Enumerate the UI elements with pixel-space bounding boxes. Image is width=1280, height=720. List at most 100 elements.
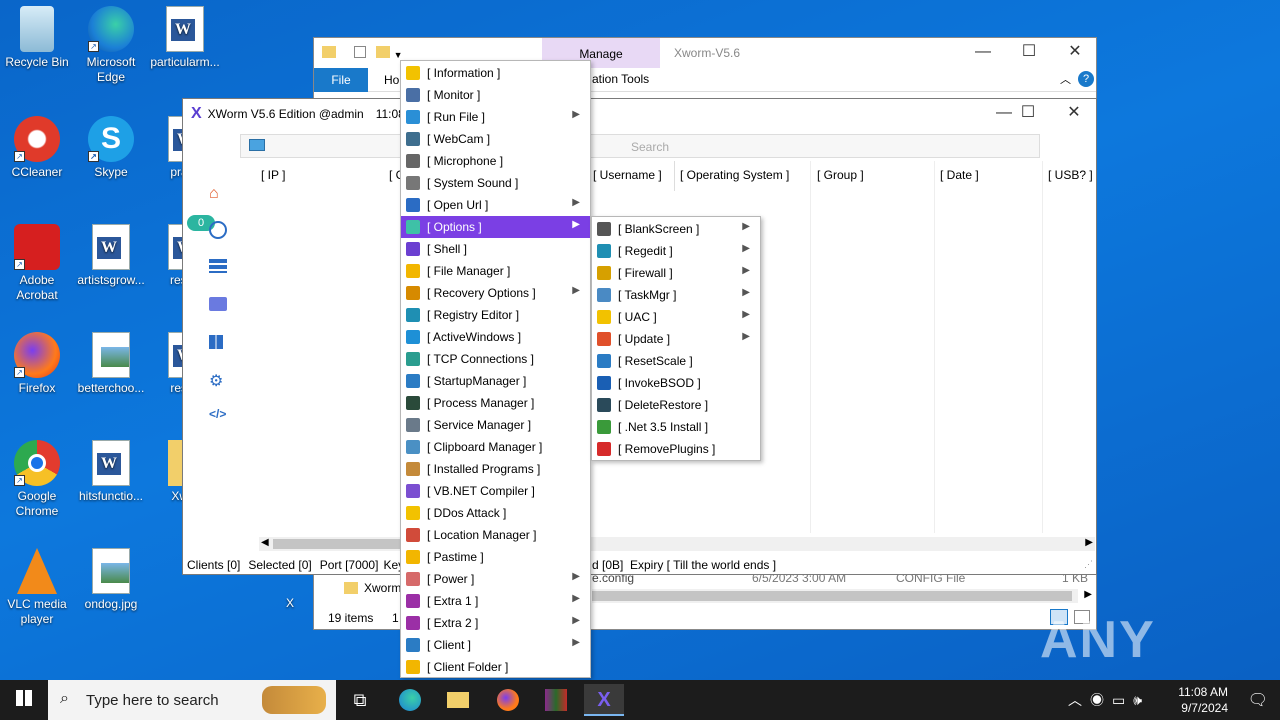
menu-item-process-manager[interactable]: [ Process Manager ] [401, 392, 590, 414]
desktop-icon-hitsfunctio[interactable]: hitsfunctio... [74, 440, 148, 504]
submenu-item-net-3-5-install[interactable]: [ .Net 3.5 Install ] [592, 416, 760, 438]
menu-item-pastime[interactable]: [ Pastime ] [401, 546, 590, 568]
desktop-icon-acrobat[interactable]: ↗ Adobe Acrobat [0, 224, 74, 303]
maximize-button[interactable]: ☐ [1006, 38, 1052, 68]
menu-item-options[interactable]: [ Options ] ▶ [401, 216, 590, 238]
dashboard-icon[interactable] [209, 335, 223, 349]
taskbar-edge-icon[interactable] [390, 684, 430, 716]
close-button[interactable]: ✕ [1051, 99, 1097, 129]
submenu-item-firewall[interactable]: [ Firewall ] ▶ [592, 262, 760, 284]
list-icon[interactable] [209, 259, 227, 273]
column-header-ip[interactable]: [ IP ] [261, 168, 285, 182]
column-header-group[interactable]: [ Group ] [817, 168, 864, 182]
menu-item-open-url[interactable]: [ Open Url ] ▶ [401, 194, 590, 216]
menu-item-run-file[interactable]: [ Run File ] ▶ [401, 106, 590, 128]
taskbar-search-input[interactable]: ⌕ Type here to search [48, 680, 336, 720]
close-button[interactable]: ✕ [1052, 38, 1098, 68]
menu-item-tcp-connections[interactable]: [ TCP Connections ] [401, 348, 590, 370]
submenu-item-blankscreen[interactable]: [ BlankScreen ] ▶ [592, 218, 760, 240]
menu-item-client[interactable]: [ Client ] ▶ [401, 634, 590, 656]
taskbar-winrar-icon[interactable] [536, 684, 576, 716]
collapse-ribbon-icon[interactable]: ︿ [1060, 71, 1071, 87]
scroll-right-arrow-icon[interactable]: ▶ [1085, 537, 1093, 548]
column-header-usb[interactable]: [ USB? ] [1048, 168, 1093, 182]
submenu-item-deleterestore[interactable]: [ DeleteRestore ] [592, 394, 760, 416]
desktop-icon-particularm[interactable]: particularm... [148, 6, 222, 70]
submenu-item-regedit[interactable]: [ Regedit ] ▶ [592, 240, 760, 262]
submenu-item-taskmgr[interactable]: [ TaskMgr ] ▶ [592, 284, 760, 306]
menu-item-shell[interactable]: [ Shell ] [401, 238, 590, 260]
dropdown-icon[interactable]: ▼ [394, 50, 403, 60]
history-icon[interactable] [209, 221, 227, 239]
menu-item-information[interactable]: [ Information ] [401, 62, 590, 84]
monitor-icon[interactable] [209, 297, 227, 311]
menu-item-extra-2[interactable]: [ Extra 2 ] ▶ [401, 612, 590, 634]
menu-item-client-folder[interactable]: [ Client Folder ] [401, 656, 590, 678]
search-input[interactable]: Search [240, 134, 1040, 158]
tab-file[interactable]: File [314, 68, 368, 92]
scroll-thumb[interactable] [592, 591, 1072, 601]
menu-item-activewindows[interactable]: [ ActiveWindows ] [401, 326, 590, 348]
scroll-right-arrow-icon[interactable]: ▶ [1084, 589, 1092, 600]
clock[interactable]: 11:08 AM 9/7/2024 [1178, 684, 1228, 716]
menu-item-clipboard-manager[interactable]: [ Clipboard Manager ] [401, 436, 590, 458]
network-icon[interactable]: ▭ [1112, 692, 1133, 708]
menu-item-extra-1[interactable]: [ Extra 1 ] ▶ [401, 590, 590, 612]
column-header-username[interactable]: [ Username ] [593, 168, 662, 182]
system-tray-icons[interactable]: ︿◉▭🕪 [1068, 690, 1150, 710]
desktop-icon-ccleaner[interactable]: ↗ CCleaner [0, 116, 74, 180]
menu-item-recovery-options[interactable]: [ Recovery Options ] ▶ [401, 282, 590, 304]
tab-application-tools[interactable]: ation Tools [592, 72, 649, 86]
taskbar-xworm-icon[interactable]: X [584, 684, 624, 716]
menu-item-installed-programs[interactable]: [ Installed Programs ] [401, 458, 590, 480]
desktop-icon-skype[interactable]: S ↗ Skype [74, 116, 148, 180]
home-icon[interactable]: ⌂ [209, 185, 227, 203]
menu-item-vb-net-compiler[interactable]: [ VB.NET Compiler ] [401, 480, 590, 502]
desktop-icon-ondog[interactable]: ondog.jpg [74, 548, 148, 612]
help-icon[interactable]: ? [1078, 71, 1094, 87]
desktop-icon-edge[interactable]: ↗ Microsoft Edge [74, 6, 148, 85]
desktop-icon-recycle-bin[interactable]: Recycle Bin [0, 6, 74, 70]
taskbar-firefox-icon[interactable] [488, 684, 528, 716]
menu-item-service-manager[interactable]: [ Service Manager ] [401, 414, 590, 436]
desktop-icon-betterchoo[interactable]: betterchoo... [74, 332, 148, 396]
resize-grip-icon[interactable]: ⋰ [1084, 559, 1093, 570]
menu-item-monitor[interactable]: [ Monitor ] [401, 84, 590, 106]
menu-item-location-manager[interactable]: [ Location Manager ] [401, 524, 590, 546]
desktop-icon-artistsgrow[interactable]: artistsgrow... [74, 224, 148, 288]
menu-item-system-sound[interactable]: [ System Sound ] [401, 172, 590, 194]
start-button[interactable] [0, 680, 48, 720]
task-view-icon[interactable]: ⧉ [340, 684, 380, 716]
menu-item-power[interactable]: [ Power ] ▶ [401, 568, 590, 590]
volume-icon[interactable]: 🕪 [1133, 692, 1150, 708]
nav-item-xworm[interactable]: Xworm [344, 581, 401, 595]
desktop-icon-chrome[interactable]: ↗ Google Chrome [0, 440, 74, 519]
menu-item-file-manager[interactable]: [ File Manager ] [401, 260, 590, 282]
menu-item-registry-editor[interactable]: [ Registry Editor ] [401, 304, 590, 326]
desktop-icon-x[interactable]: X [270, 596, 310, 611]
webcam-tray-icon[interactable]: ◉ [1090, 692, 1112, 708]
taskbar-file-explorer-icon[interactable] [438, 684, 478, 716]
submenu-item-update[interactable]: [ Update ] ▶ [592, 328, 760, 350]
desktop-icon-firefox[interactable]: ↗ Firefox [0, 332, 74, 396]
code-icon[interactable]: </> [209, 407, 227, 425]
chevron-up-icon[interactable]: ︿ [1068, 692, 1090, 708]
horizontal-scrollbar[interactable]: ◀ ▶ [259, 537, 1095, 551]
notification-icon[interactable]: 🗨 [1248, 690, 1268, 710]
column-header-os[interactable]: [ Operating System ] [680, 168, 789, 182]
settings-icon[interactable]: ⚙ [209, 371, 227, 390]
submenu-item-invokebsod[interactable]: [ InvokeBSOD ] [592, 372, 760, 394]
submenu-item-resetscale[interactable]: [ ResetScale ] [592, 350, 760, 372]
menu-item-webcam[interactable]: [ WebCam ] [401, 128, 590, 150]
menu-item-microphone[interactable]: [ Microphone ] [401, 150, 590, 172]
submenu-item-uac[interactable]: [ UAC ] ▶ [592, 306, 760, 328]
menu-item-startupmanager[interactable]: [ StartupManager ] [401, 370, 590, 392]
scroll-left-arrow-icon[interactable]: ◀ [261, 537, 269, 548]
minimize-button[interactable]: — [960, 38, 1006, 68]
explorer-hscroll[interactable]: ▶ [592, 589, 1092, 603]
column-header-date[interactable]: [ Date ] [940, 168, 979, 182]
submenu-item-removeplugins[interactable]: [ RemovePlugins ] [592, 438, 760, 460]
menu-item-ddos-attack[interactable]: [ DDos Attack ] [401, 502, 590, 524]
desktop-icon-vlc[interactable]: VLC media player [0, 548, 74, 627]
maximize-button[interactable]: ☐ [1005, 99, 1051, 129]
